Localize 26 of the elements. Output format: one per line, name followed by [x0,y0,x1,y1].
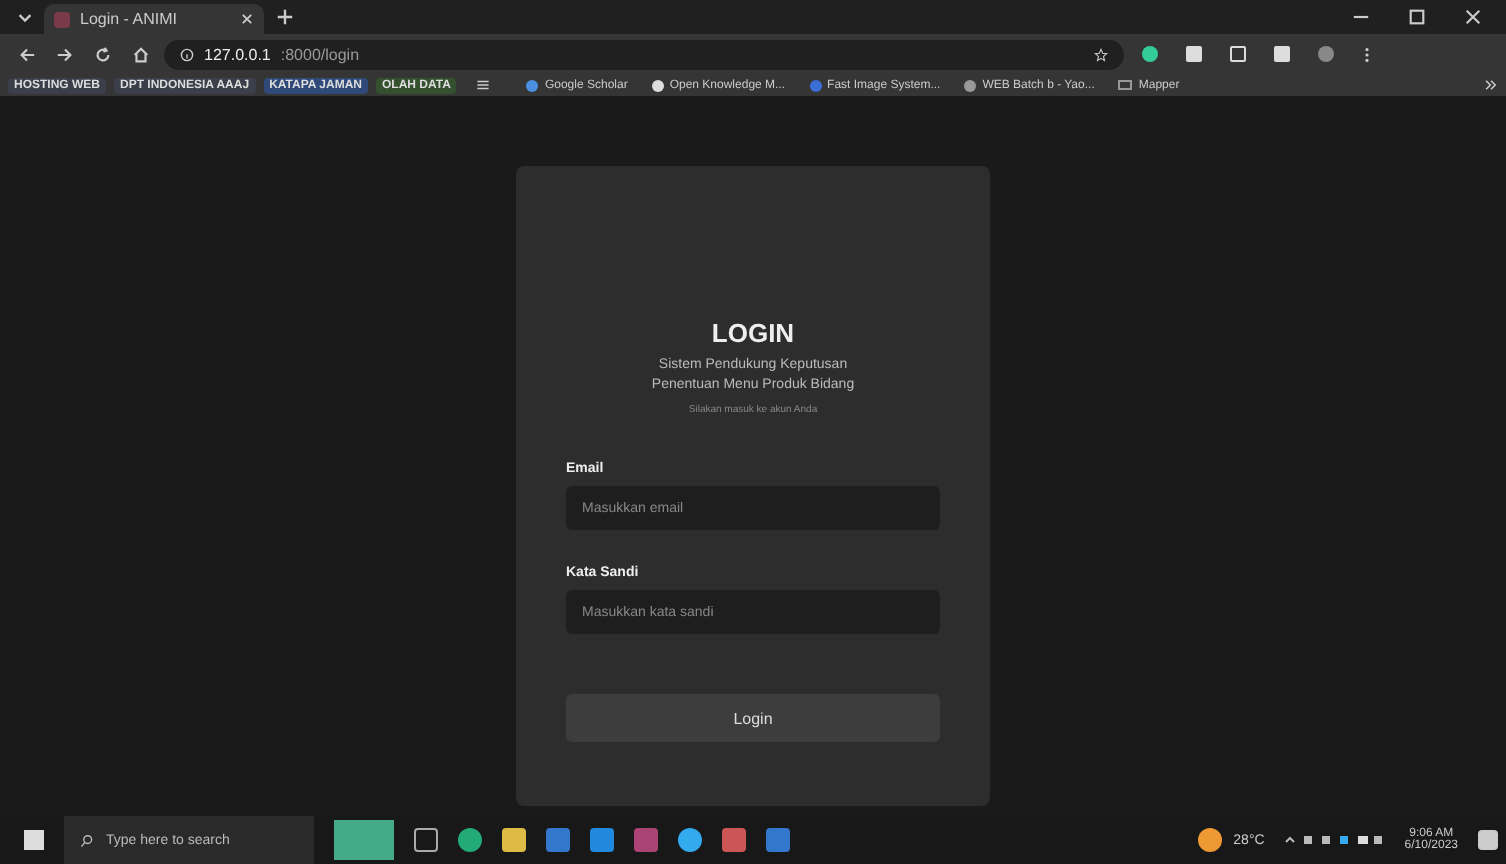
login-button[interactable]: Login [566,694,940,742]
home-icon[interactable] [132,45,150,63]
new-tab-icon[interactable] [276,8,294,26]
forward-icon[interactable] [56,45,74,63]
tray-icons-drawing[interactable] [1284,830,1385,850]
info-icon[interactable] [180,47,194,61]
address-bar[interactable]: 127.0.0.1 :8000/login [164,39,1124,69]
task-view-icon[interactable] [414,828,438,852]
maximize-icon[interactable] [1408,8,1426,26]
login-title: LOGIN [709,318,797,348]
back-icon[interactable] [18,45,36,63]
more-icon[interactable] [1484,78,1498,92]
star-icon[interactable] [1094,47,1108,61]
tab-list-icon[interactable] [16,8,34,26]
close-icon[interactable] [1464,8,1482,26]
extension-icon[interactable] [1230,46,1246,62]
favicon-icon [54,11,70,27]
notification-icon[interactable] [1478,830,1498,850]
browser-tab[interactable]: Login - ANIMI [44,4,264,34]
apps-icon[interactable] [476,78,491,92]
extension-icon[interactable] [1142,46,1158,62]
reload-icon[interactable] [94,45,112,63]
profile-icon[interactable] [1318,46,1334,62]
search-icon [80,833,94,847]
close-icon[interactable] [240,12,254,26]
tab-title: Login - ANIMI [80,10,177,28]
